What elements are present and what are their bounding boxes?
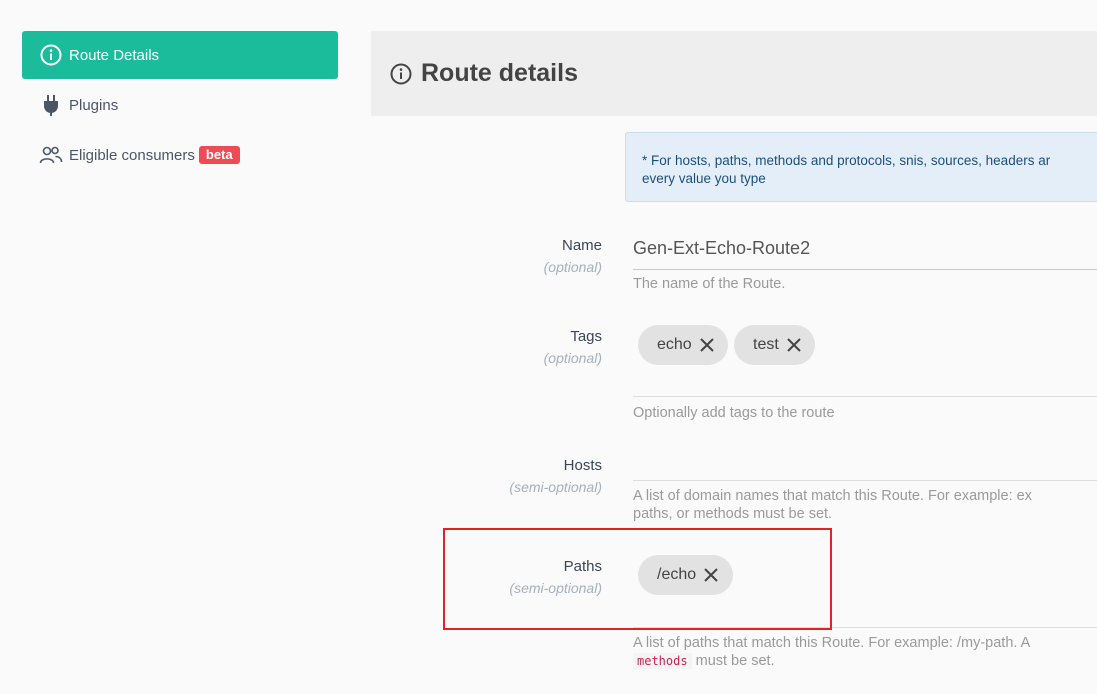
paths-highlight-box — [443, 528, 832, 630]
page-title: Route details — [421, 59, 578, 87]
beta-badge: beta — [198, 146, 240, 164]
hosts-label: Hosts — [563, 457, 602, 474]
name-field-wrap: Gen-Ext-Echo-Route2 — [633, 238, 1097, 270]
plug-icon — [39, 93, 63, 117]
name-qualifier: (optional) — [543, 259, 602, 275]
hosts-help-line-1: A list of domain names that match this R… — [633, 488, 1032, 504]
name-help: The name of the Route. — [633, 276, 786, 292]
sidebar-item-route-details[interactable]: Route Details — [22, 31, 338, 79]
methods-code: methods — [633, 653, 692, 669]
tags-qualifier: (optional) — [543, 350, 602, 366]
paths-help-rest: must be set. — [695, 653, 775, 669]
close-icon[interactable] — [784, 335, 804, 355]
info-notice: * For hosts, paths, methods and protocol… — [625, 132, 1097, 202]
tags-label: Tags — [570, 328, 602, 345]
hosts-help: A list of domain names that match this R… — [633, 487, 1097, 523]
tags-label-group: Tags (optional) — [544, 327, 602, 369]
paths-help: A list of paths that match this Route. F… — [633, 634, 1097, 670]
hosts-input[interactable] — [633, 480, 1097, 481]
sidebar-item-label: Route Details — [69, 46, 160, 64]
close-icon[interactable] — [697, 335, 717, 355]
users-icon — [39, 143, 63, 167]
page-header: Route details — [371, 31, 1097, 116]
notice-line-2: every value you type — [642, 171, 766, 186]
name-label-group: Name (optional) — [544, 236, 602, 278]
tags-help: Optionally add tags to the route — [633, 405, 835, 421]
tag-chip-label: test — [753, 336, 779, 353]
hosts-label-group: Hosts (semi-optional) — [509, 456, 602, 498]
sidebar-item-eligible-consumers[interactable]: Eligible consumers beta — [22, 131, 338, 179]
sidebar-item-label: Plugins — [69, 96, 119, 114]
sidebar-item-plugins[interactable]: Plugins — [22, 81, 338, 129]
sidebar-item-label: Eligible consumers — [69, 146, 195, 164]
info-icon — [389, 62, 413, 86]
hosts-help-line-2: paths, or methods must be set. — [633, 506, 833, 522]
paths-help-line-2: methods must be set. — [633, 652, 1097, 670]
hosts-qualifier: (semi-optional) — [509, 479, 602, 495]
name-label: Name — [561, 237, 602, 254]
notice-line-1: * For hosts, paths, methods and protocol… — [642, 153, 1051, 168]
info-icon — [39, 43, 63, 67]
sidebar: Route Details Plugins Eligible consumers… — [22, 31, 338, 181]
tag-chip-echo: echo — [638, 325, 728, 365]
tag-chip-label: echo — [657, 336, 692, 353]
tag-chip-test: test — [734, 325, 815, 365]
paths-help-line-1: A list of paths that match this Route. F… — [633, 635, 1031, 651]
tags-input[interactable] — [633, 396, 1097, 397]
name-input[interactable]: Gen-Ext-Echo-Route2 — [633, 238, 1097, 270]
